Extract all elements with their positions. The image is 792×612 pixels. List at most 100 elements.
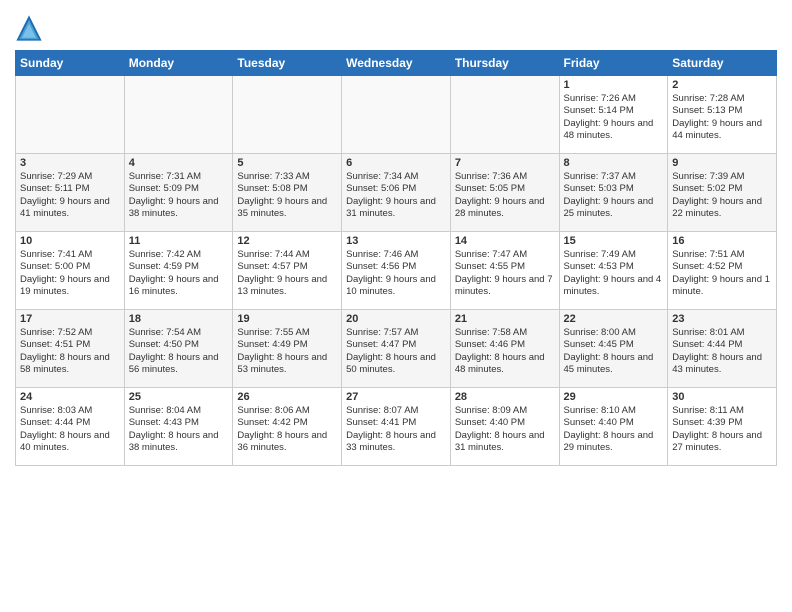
day-info: Daylight: 9 hours and 19 minutes. bbox=[20, 274, 120, 299]
day-info: Sunset: 5:13 PM bbox=[672, 105, 772, 117]
day-info: Sunrise: 8:03 AM bbox=[20, 405, 120, 417]
day-info: Sunset: 4:55 PM bbox=[455, 261, 555, 273]
day-info: Sunrise: 8:04 AM bbox=[129, 405, 229, 417]
day-info: Sunset: 4:45 PM bbox=[564, 339, 664, 351]
day-info: Sunset: 4:42 PM bbox=[237, 417, 337, 429]
calendar-cell: 15Sunrise: 7:49 AMSunset: 4:53 PMDayligh… bbox=[559, 232, 668, 310]
day-info: Sunrise: 7:47 AM bbox=[455, 249, 555, 261]
day-info: Sunset: 4:40 PM bbox=[564, 417, 664, 429]
day-number: 14 bbox=[455, 235, 555, 247]
day-info: Daylight: 8 hours and 56 minutes. bbox=[129, 352, 229, 377]
day-info: Daylight: 9 hours and 13 minutes. bbox=[237, 274, 337, 299]
day-info: Sunrise: 8:00 AM bbox=[564, 327, 664, 339]
calendar-week-row: 10Sunrise: 7:41 AMSunset: 5:00 PMDayligh… bbox=[16, 232, 777, 310]
calendar-cell bbox=[450, 76, 559, 154]
day-info: Sunrise: 8:06 AM bbox=[237, 405, 337, 417]
calendar-cell: 29Sunrise: 8:10 AMSunset: 4:40 PMDayligh… bbox=[559, 388, 668, 466]
calendar-week-row: 24 Sunrise: 8:03 AMSunset: 4:44 PM Dayligh… bbox=[16, 388, 777, 466]
calendar-cell: 4Sunrise: 7:31 AMSunset: 5:09 PMDaylight… bbox=[124, 154, 233, 232]
day-info: Daylight: 8 hours and 58 minutes. bbox=[20, 352, 120, 377]
day-number: 17 bbox=[20, 313, 120, 325]
calendar-cell: 13Sunrise: 7:46 AMSunset: 4:56 PMDayligh… bbox=[342, 232, 451, 310]
day-info: Daylight: 9 hours and 48 minutes. bbox=[564, 118, 664, 143]
day-info: Sunset: 5:06 PM bbox=[346, 183, 446, 195]
calendar-cell: 20Sunrise: 7:57 AMSunset: 4:47 PMDayligh… bbox=[342, 310, 451, 388]
day-info: Sunrise: 7:26 AM bbox=[564, 93, 664, 105]
logo-icon bbox=[15, 14, 43, 42]
day-info: Daylight: 8 hours and 45 minutes. bbox=[564, 352, 664, 377]
day-info: Daylight: 8 hours and 50 minutes. bbox=[346, 352, 446, 377]
day-info: Sunrise: 8:09 AM bbox=[455, 405, 555, 417]
day-info: Daylight: 8 hours and 27 minutes. bbox=[672, 430, 772, 455]
day-info: Daylight: 9 hours and 44 minutes. bbox=[672, 118, 772, 143]
day-number: 11 bbox=[129, 235, 229, 247]
day-info: Daylight: 8 hours and 48 minutes. bbox=[455, 352, 555, 377]
calendar-cell: 2 Sunrise: 7:28 AMSunset: 5:13 PMDaylight… bbox=[668, 76, 777, 154]
day-number: 21 bbox=[455, 313, 555, 325]
day-info: Sunrise: 7:28 AM bbox=[672, 93, 772, 105]
calendar-cell: 1Sunrise: 7:26 AMSunset: 5:14 PMDaylight… bbox=[559, 76, 668, 154]
day-number: 19 bbox=[237, 313, 337, 325]
header-cell-friday: Friday bbox=[559, 51, 668, 76]
day-info: Sunrise: 7:36 AM bbox=[455, 171, 555, 183]
day-info: Sunrise: 8:07 AM bbox=[346, 405, 446, 417]
day-number: 29 bbox=[564, 391, 664, 403]
calendar-cell bbox=[16, 76, 125, 154]
day-info: Sunrise: 8:11 AM bbox=[672, 405, 772, 417]
day-info: Sunset: 4:57 PM bbox=[237, 261, 337, 273]
day-info: Sunset: 4:41 PM bbox=[346, 417, 446, 429]
day-info: Daylight: 9 hours and 7 minutes. bbox=[455, 274, 555, 299]
day-info: Sunset: 4:43 PM bbox=[129, 417, 229, 429]
day-number: 5 bbox=[237, 157, 337, 169]
day-info: Sunrise: 7:41 AM bbox=[20, 249, 120, 261]
day-info: Sunset: 5:09 PM bbox=[129, 183, 229, 195]
day-info: Sunrise: 7:58 AM bbox=[455, 327, 555, 339]
day-number: 6 bbox=[346, 157, 446, 169]
day-number: 2 bbox=[672, 79, 772, 91]
day-info: Sunrise: 8:01 AM bbox=[672, 327, 772, 339]
header-cell-sunday: Sunday bbox=[16, 51, 125, 76]
header-cell-wednesday: Wednesday bbox=[342, 51, 451, 76]
calendar-cell: 7Sunrise: 7:36 AMSunset: 5:05 PMDaylight… bbox=[450, 154, 559, 232]
header-cell-monday: Monday bbox=[124, 51, 233, 76]
day-info: Daylight: 9 hours and 31 minutes. bbox=[346, 196, 446, 221]
day-info: Daylight: 8 hours and 31 minutes. bbox=[455, 430, 555, 455]
calendar-cell: 18Sunrise: 7:54 AMSunset: 4:50 PMDayligh… bbox=[124, 310, 233, 388]
day-info: Sunset: 4:44 PM bbox=[20, 417, 120, 429]
day-info: Sunset: 4:39 PM bbox=[672, 417, 772, 429]
day-info: Daylight: 9 hours and 4 minutes. bbox=[564, 274, 664, 299]
day-number: 16 bbox=[672, 235, 772, 247]
calendar-cell: 30Sunrise: 8:11 AMSunset: 4:39 PMDayligh… bbox=[668, 388, 777, 466]
day-info: Sunrise: 7:54 AM bbox=[129, 327, 229, 339]
day-number: 27 bbox=[346, 391, 446, 403]
day-info: Sunrise: 7:55 AM bbox=[237, 327, 337, 339]
day-info: Sunrise: 7:33 AM bbox=[237, 171, 337, 183]
day-info: Sunset: 4:51 PM bbox=[20, 339, 120, 351]
calendar-cell: 11Sunrise: 7:42 AMSunset: 4:59 PMDayligh… bbox=[124, 232, 233, 310]
day-number: 8 bbox=[564, 157, 664, 169]
calendar-cell: 28Sunrise: 8:09 AMSunset: 4:40 PMDayligh… bbox=[450, 388, 559, 466]
day-info: Daylight: 9 hours and 22 minutes. bbox=[672, 196, 772, 221]
day-info: Daylight: 8 hours and 29 minutes. bbox=[564, 430, 664, 455]
day-info: Sunset: 5:00 PM bbox=[20, 261, 120, 273]
calendar-cell: 19Sunrise: 7:55 AMSunset: 4:49 PMDayligh… bbox=[233, 310, 342, 388]
day-info: Sunrise: 7:37 AM bbox=[564, 171, 664, 183]
day-info: Sunrise: 7:49 AM bbox=[564, 249, 664, 261]
day-info: Daylight: 9 hours and 16 minutes. bbox=[129, 274, 229, 299]
calendar-cell bbox=[233, 76, 342, 154]
day-info: Sunset: 5:14 PM bbox=[564, 105, 664, 117]
day-info: Sunset: 5:03 PM bbox=[564, 183, 664, 195]
calendar-cell: 3Sunrise: 7:29 AMSunset: 5:11 PMDaylight… bbox=[16, 154, 125, 232]
day-number: 24 bbox=[20, 391, 120, 403]
calendar-cell: 14 Sunrise: 7:47 AMSunset: 4:55 PMDayligh… bbox=[450, 232, 559, 310]
header-cell-tuesday: Tuesday bbox=[233, 51, 342, 76]
day-info: Sunset: 5:02 PM bbox=[672, 183, 772, 195]
calendar-week-row: 17Sunrise: 7:52 AMSunset: 4:51 PMDayligh… bbox=[16, 310, 777, 388]
calendar-table: SundayMondayTuesdayWednesdayThursdayFrid… bbox=[15, 50, 777, 466]
day-info: Daylight: 8 hours and 36 minutes. bbox=[237, 430, 337, 455]
day-info: Sunset: 4:59 PM bbox=[129, 261, 229, 273]
day-info: Sunset: 5:08 PM bbox=[237, 183, 337, 195]
calendar-cell: 16Sunrise: 7:51 AMSunset: 4:52 PMDayligh… bbox=[668, 232, 777, 310]
day-number: 22 bbox=[564, 313, 664, 325]
day-info: Daylight: 9 hours and 1 minute. bbox=[672, 274, 772, 299]
